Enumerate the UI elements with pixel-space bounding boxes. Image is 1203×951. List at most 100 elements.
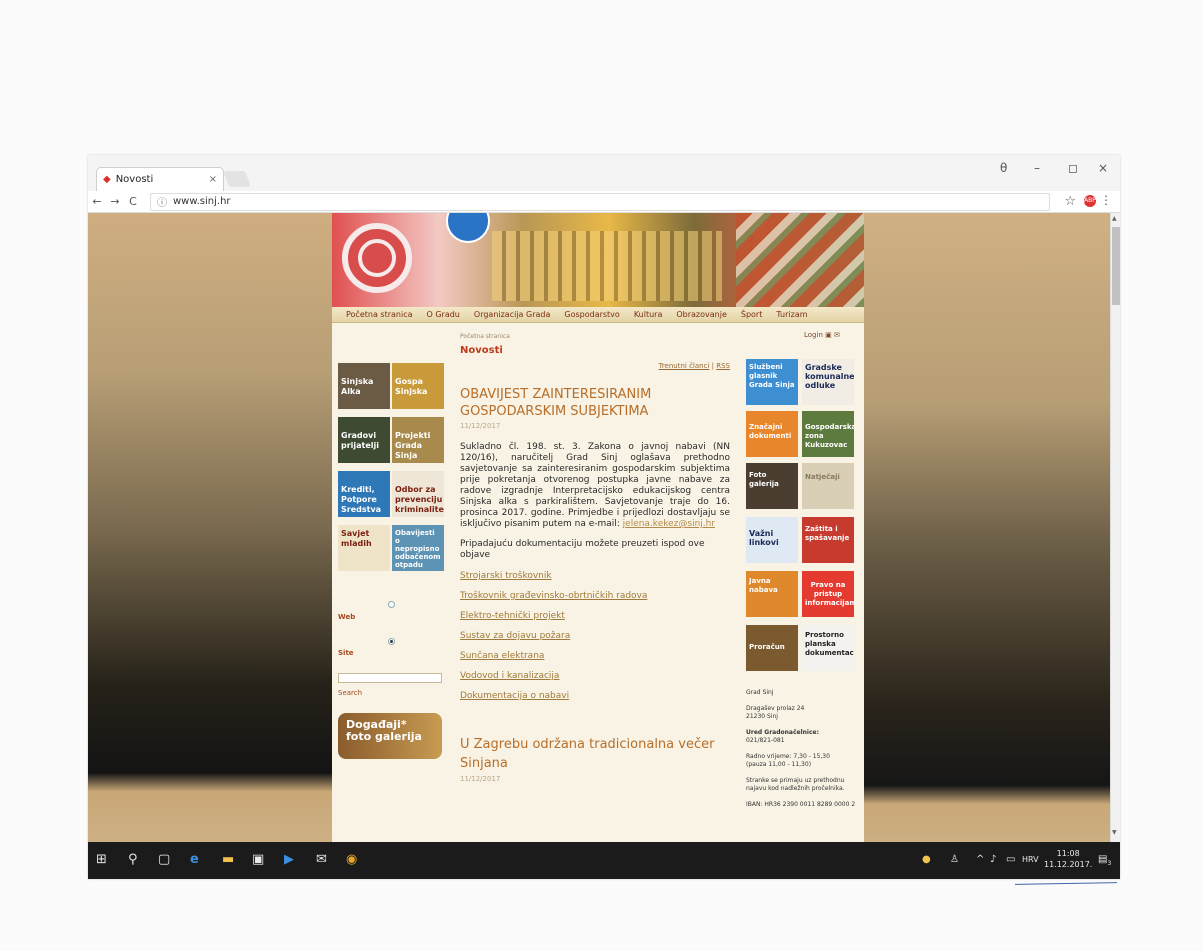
back-button[interactable]: ← [88, 195, 106, 208]
new-tab-button[interactable] [223, 171, 251, 187]
tile-gospodarska-zona[interactable]: Gospodarska zona Kukuzovac [802, 411, 854, 457]
scroll-down-icon[interactable]: ▼ [1112, 829, 1117, 836]
people-icon[interactable]: ♙ [950, 854, 959, 865]
menu-item-organization[interactable]: Organizacija Grada [474, 310, 550, 319]
tile-savjet-mladih[interactable]: Savjet mladih [338, 525, 390, 571]
contact-office-title: Ured Gradonačelnice: [746, 729, 819, 736]
doc-link[interactable]: Elektro-tehnički projekt [460, 611, 730, 621]
url-input[interactable]: ⓘ www.sinj.hr [150, 192, 1050, 211]
scrollbar-thumb[interactable] [1112, 227, 1120, 305]
search-site-radio[interactable] [388, 638, 395, 645]
contact-box: Grad Sinj Dragašev prolaz 24 21230 Sinj U… [746, 689, 858, 817]
language-indicator[interactable]: HRV [1022, 855, 1039, 864]
doc-link[interactable]: Sunčana elektrana [460, 651, 730, 661]
tile-otpad[interactable]: Obavijesti o nepropisno odbačenom otpadu [392, 525, 444, 571]
doc-link[interactable]: Vodovod i kanalizacija [460, 671, 730, 681]
chrome-icon[interactable]: ◉ [346, 852, 357, 867]
tile-projekti[interactable]: Projekti Grada Sinja [392, 417, 444, 463]
info-icon[interactable]: ⓘ [157, 194, 167, 209]
doc-link[interactable]: Dokumentacija o nabavi [460, 691, 730, 701]
tile-gospa-sinjska[interactable]: Gospa Sinjska [392, 363, 444, 409]
events-gallery-banner[interactable]: Događaji* foto galerija [338, 713, 442, 759]
tile-sinjska-alka[interactable]: Sinjska Alka [338, 363, 390, 409]
start-windows-icon[interactable]: ⊞ [96, 852, 107, 867]
task-view-icon[interactable]: ▢ [158, 852, 170, 867]
tray-chevron-icon[interactable]: ^ [976, 854, 984, 865]
doc-link[interactable]: Sustav za dojavu požara [460, 631, 730, 641]
volume-icon[interactable]: ♪ [990, 854, 996, 865]
search-web-radio[interactable] [388, 601, 395, 608]
scroll-up-icon[interactable]: ▲ [1112, 215, 1117, 222]
tile-vazni-linkovi[interactable]: Važni linkovi [746, 517, 798, 563]
article-title[interactable]: OBAVIJEST ZAINTERESIRANIM GOSPODARSKIM S… [460, 386, 730, 420]
tab-title: Novosti [115, 174, 154, 185]
profile-icon[interactable]: θ [1000, 161, 1007, 175]
tab-close-icon[interactable]: × [209, 174, 217, 185]
contact-zip: 21230 Sinj [746, 713, 778, 720]
login-link[interactable]: Login [804, 331, 823, 339]
arcade-photo [492, 231, 722, 301]
menu-item-sport[interactable]: Šport [741, 310, 762, 319]
tile-znacajni-dokumenti[interactable]: Značajni dokumenti [746, 411, 798, 457]
tile-sluzbeni-glasnik[interactable]: Službeni glasnik Grada Sinja [746, 359, 798, 405]
taskbar-clock[interactable]: 11:08 11.12.2017. [1044, 848, 1092, 870]
article2-title[interactable]: U Zagrebu održana tradicionalna večer Si… [460, 735, 730, 773]
article-email-link[interactable]: jelena.kekez@sinj.hr [623, 519, 715, 529]
tile-komunalne-odluke[interactable]: Gradske komunalne odluke [802, 359, 854, 405]
url-text: www.sinj.hr [173, 196, 231, 207]
menu-item-tourism[interactable]: Turizam [776, 310, 807, 319]
email-page-icon[interactable]: ✉ [834, 331, 840, 339]
mail-icon[interactable]: ✉ [316, 852, 327, 867]
current-articles-link[interactable]: Trenutni članci [659, 362, 710, 370]
tile-proracun[interactable]: Proračun [746, 625, 798, 671]
media-player-icon[interactable]: ▶ [284, 852, 294, 867]
tile-odbor-prevencija[interactable]: Odbor za prevenciju kriminaliteta [392, 471, 444, 517]
menu-item-home[interactable]: Početna stranica [346, 310, 413, 319]
store-icon[interactable]: ▣ [252, 852, 264, 867]
tile-pravo-na-pristup[interactable]: Pravo na pristup informacijama [802, 571, 854, 617]
notifications-icon[interactable]: ▤3 [1098, 854, 1111, 867]
close-window-button[interactable]: × [1098, 161, 1108, 175]
rss-link[interactable]: RSS [716, 362, 730, 370]
notification-count: 3 [1107, 860, 1112, 867]
menu-item-economy[interactable]: Gospodarstvo [564, 310, 619, 319]
tile-foto-galerija[interactable]: Foto galerija [746, 463, 798, 509]
page-scrollbar[interactable]: ▲ ▼ [1110, 213, 1120, 842]
doc-link[interactable]: Troškovnik građevinsko-obrtničkih radova [460, 591, 730, 601]
tile-natjecaji[interactable]: Natječaji [802, 463, 854, 509]
browser-menu-icon[interactable]: ⋮ [1100, 193, 1112, 207]
menu-item-education[interactable]: Obrazovanje [676, 310, 727, 319]
edge-browser-icon[interactable]: e [190, 852, 199, 867]
city-emblem-logo[interactable] [446, 213, 490, 243]
reload-button[interactable]: C [124, 195, 142, 208]
print-icon[interactable]: ▣ [825, 331, 834, 339]
file-explorer-icon[interactable]: ▬ [222, 852, 234, 867]
breadcrumb[interactable]: Početna stranica [460, 333, 510, 340]
town-aerial-photo [736, 213, 864, 307]
contact-note: Stranke se primaju uz prethodnu najavu k… [746, 777, 845, 792]
tile-prostorno-planska[interactable]: Prostorno planska dokumentacija [802, 625, 854, 671]
main-menu: Početna stranica O Gradu Organizacija Gr… [332, 307, 864, 323]
contact-iban: IBAN: HR36 2390 0011 8289 0000 2 [746, 801, 856, 808]
menu-item-culture[interactable]: Kultura [634, 310, 663, 319]
bookmark-star-icon[interactable]: ☆ [1064, 194, 1076, 209]
windows-taskbar: ⊞ ⚲ ▢ e ▬ ▣ ▶ ✉ ◉ ● ♙ ^ ♪ ▭ HRV 11:08 11… [88, 842, 1120, 879]
menu-item-about[interactable]: O Gradu [427, 310, 460, 319]
tile-javna-nabava[interactable]: Javna nabava [746, 571, 798, 617]
forward-button[interactable]: → [106, 195, 124, 208]
search-input[interactable] [338, 673, 442, 683]
search-icon[interactable]: ⚲ [128, 852, 138, 867]
user-support-icon[interactable]: ● [922, 854, 931, 865]
maximize-button[interactable]: ◻ [1068, 161, 1078, 175]
page-tools: Login ▣ ✉ [804, 331, 840, 339]
tile-gradovi-prijatelji[interactable]: Gradovi prijatelji [338, 417, 390, 463]
tile-zastita-spasavanje[interactable]: Zaštita i spašavanje [802, 517, 854, 563]
search-button[interactable]: Search [338, 689, 362, 697]
browser-tab[interactable]: ◆ Novosti × [96, 167, 224, 191]
minimize-button[interactable]: – [1034, 161, 1040, 175]
doc-link[interactable]: Strojarski troškovnik [460, 571, 730, 581]
network-icon[interactable]: ▭ [1006, 854, 1015, 865]
tile-krediti[interactable]: Krediti, Potpore Sredstva [338, 471, 390, 517]
adblock-extension-icon[interactable]: ABP [1084, 195, 1096, 207]
contact-address: Dragašev prolaz 24 [746, 705, 805, 712]
